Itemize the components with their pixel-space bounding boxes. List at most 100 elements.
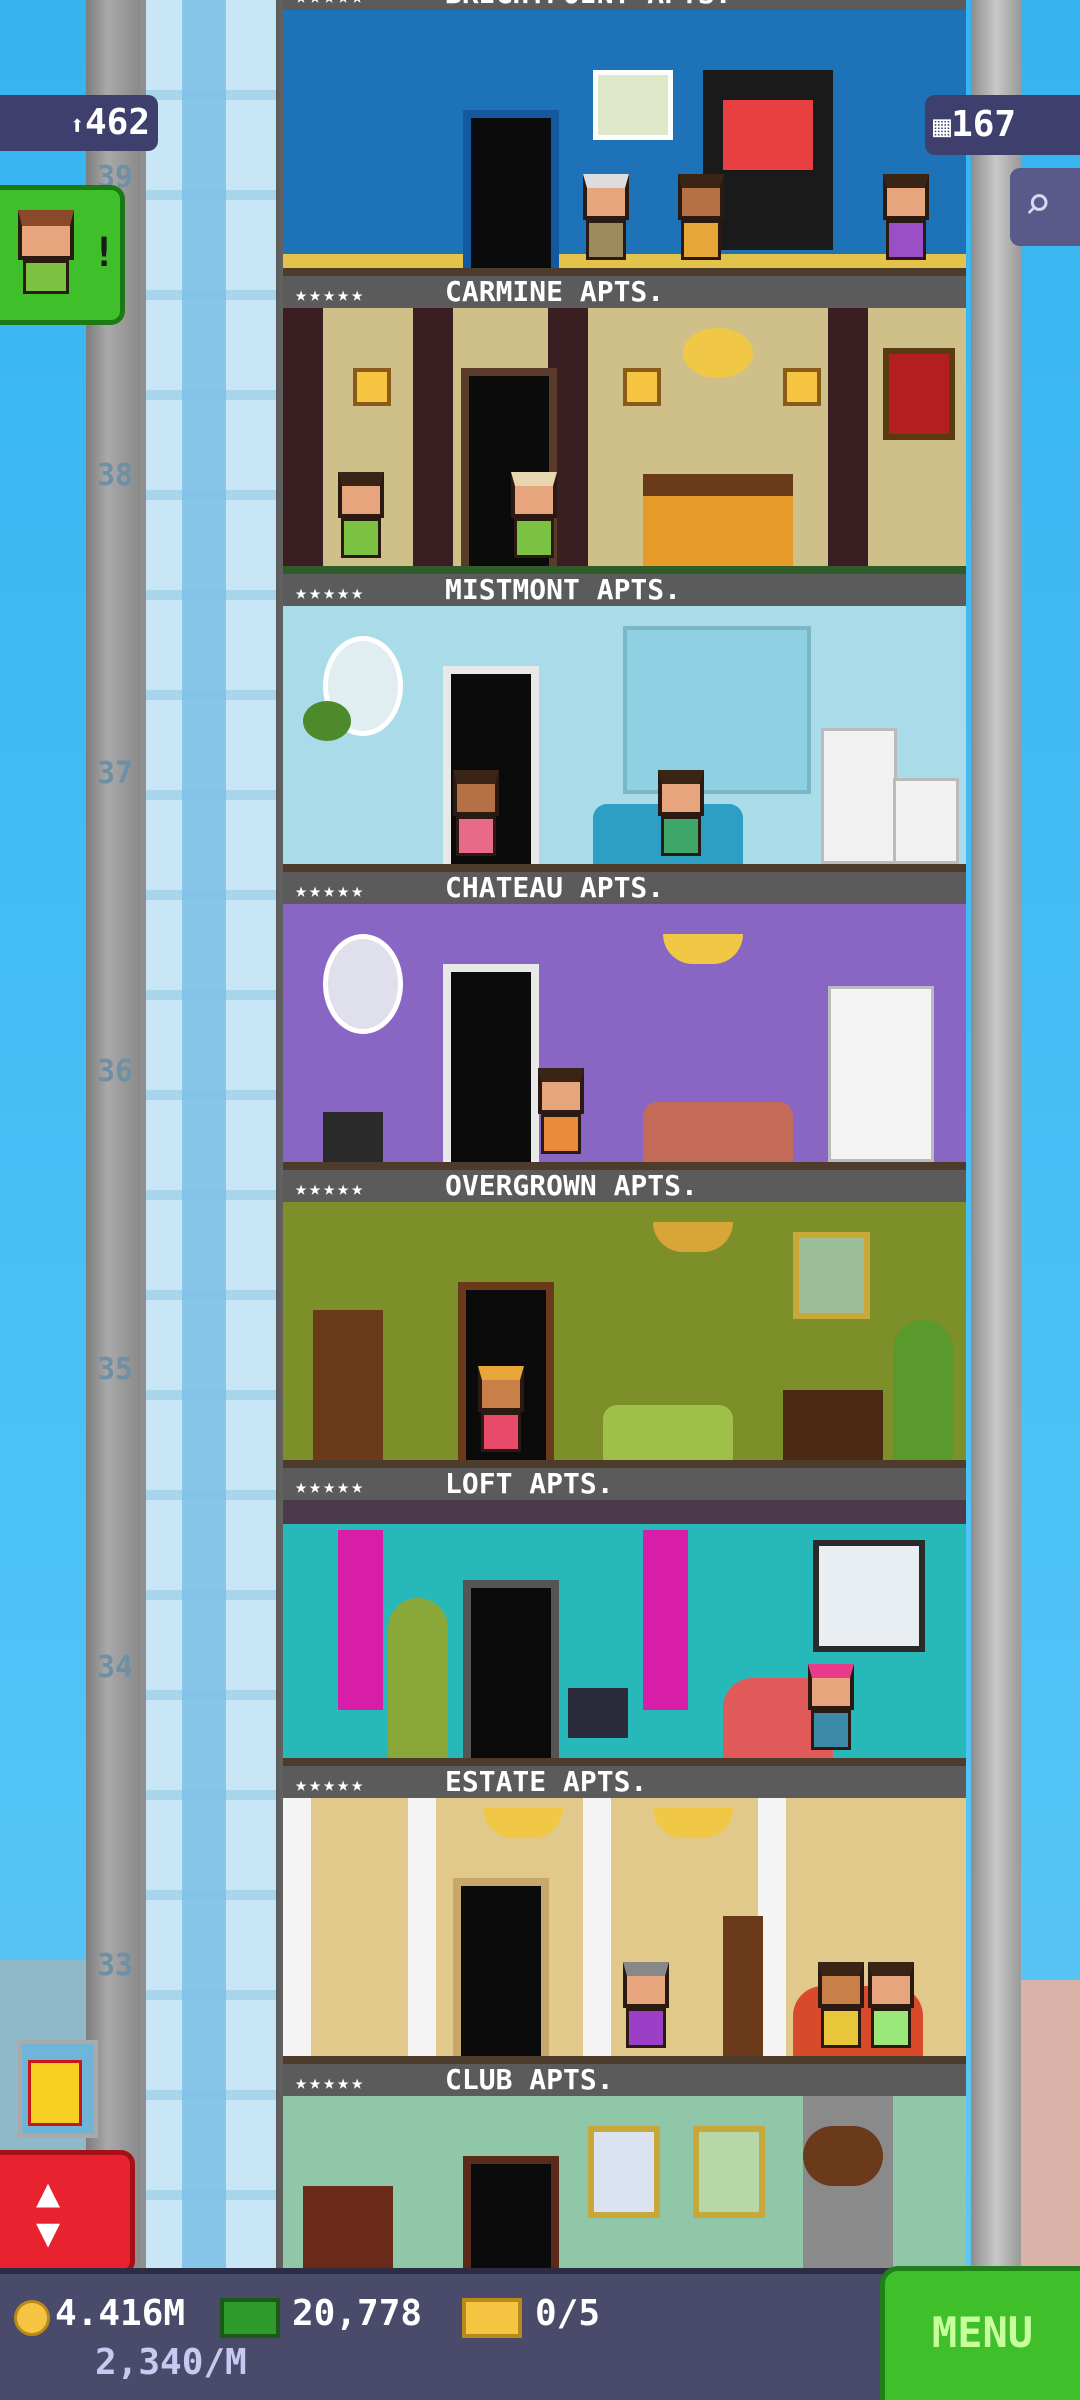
- bed: [643, 474, 793, 566]
- ticket-icon[interactable]: [462, 2298, 522, 2338]
- hanging-plant: [303, 701, 351, 741]
- search-button[interactable]: ⌕: [1010, 168, 1080, 246]
- wall-sconce: [623, 368, 661, 406]
- sofa: [603, 1405, 733, 1460]
- column: [283, 1798, 311, 2056]
- potted-plant: [388, 1598, 448, 1758]
- coins-value: 4.416M: [55, 2293, 186, 2334]
- arcade-screen: [723, 100, 813, 170]
- floor-label: ★★★★★ LOFT APTS.: [283, 1468, 966, 1500]
- person-icon: ⬆: [69, 111, 85, 141]
- stove: [893, 778, 959, 864]
- resident[interactable]: [538, 1068, 584, 1158]
- side-table: [323, 1112, 383, 1162]
- curtain: [643, 1530, 688, 1710]
- floors-badge[interactable]: ▦167: [925, 95, 1080, 155]
- floor-37-mistmont[interactable]: ★★★★★ MISTMONT APTS.: [283, 574, 966, 872]
- resident[interactable]: [808, 1664, 854, 1754]
- stars-rating: ★★★★★: [295, 2070, 366, 2094]
- floors-count: 167: [951, 104, 1017, 145]
- floor-label: ★★★★★ OVERGROWN APTS.: [283, 1170, 966, 1202]
- apartment-door[interactable]: [463, 110, 559, 268]
- coin-icon: [14, 2300, 50, 2336]
- bookshelf: [303, 2186, 393, 2268]
- resident[interactable]: [658, 770, 704, 860]
- resident[interactable]: [868, 1962, 914, 2052]
- tower-left-pillar: [86, 0, 140, 2280]
- apartment-door[interactable]: [463, 2156, 559, 2276]
- floor-38-carmine[interactable]: ★★★★★ CARMINE APTS.: [283, 276, 966, 574]
- floor-label: ★★★★★BRIGHTPOINT APTS.: [283, 0, 966, 10]
- resident[interactable]: [511, 472, 557, 562]
- floor-33-estate[interactable]: ★★★★★ ESTATE APTS.: [283, 1766, 966, 2064]
- ceiling-beam: [283, 1500, 966, 1524]
- resident[interactable]: [818, 1962, 864, 2052]
- chandelier: [683, 328, 753, 378]
- stars-rating: ★★★★★: [295, 1474, 366, 1498]
- stars-rating: ★★★★★: [295, 878, 366, 902]
- resident[interactable]: [453, 770, 499, 860]
- search-icon: ⌕: [1024, 176, 1052, 230]
- resident[interactable]: [623, 1962, 669, 2052]
- elevator-cable-strip: [182, 0, 226, 2280]
- floor-number-35: 35: [96, 1352, 134, 1387]
- potted-plant: [893, 1320, 953, 1460]
- wall-sconce: [783, 368, 821, 406]
- fridge: [821, 728, 897, 864]
- portrait: [693, 2126, 765, 2218]
- apartment-door[interactable]: [443, 964, 539, 1162]
- apartment-door[interactable]: [453, 1878, 549, 2056]
- floor-base: [283, 1460, 966, 1468]
- elevator-passenger-fries: [28, 2060, 82, 2126]
- floor-34-loft[interactable]: ★★★★★ LOFT APTS.: [283, 1468, 966, 1766]
- wall-column: [413, 308, 453, 566]
- moose-head: [803, 2126, 883, 2186]
- column: [583, 1798, 611, 2056]
- floor-label: ★★★★★ MISTMONT APTS.: [283, 574, 966, 606]
- bookshelf: [313, 1310, 383, 1460]
- elevator-arrows-icon: ▲ ▼: [36, 2170, 61, 2256]
- window: [813, 1540, 925, 1652]
- floor-label: ★★★★★ CARMINE APTS.: [283, 276, 966, 308]
- alert-icon: !: [92, 230, 117, 276]
- visitor-notification-button[interactable]: !: [0, 185, 125, 325]
- wall-sconce: [353, 368, 391, 406]
- chandelier: [653, 1222, 733, 1252]
- floor-number-37: 37: [96, 756, 134, 791]
- bux-icon[interactable]: [220, 2298, 280, 2338]
- floor-36-chateau[interactable]: ★★★★★ CHATEAU APTS.: [283, 872, 966, 1170]
- population-badge[interactable]: ⬆462: [0, 95, 158, 151]
- elevator-button[interactable]: ▲ ▼: [0, 2150, 135, 2275]
- painting: [593, 70, 673, 140]
- floor-number-33: 33: [96, 1948, 134, 1983]
- chandelier: [483, 1808, 563, 1838]
- resident[interactable]: [883, 174, 929, 264]
- bux-value: 20,778: [292, 2293, 423, 2334]
- floor-35-overgrown[interactable]: ★★★★★ OVERGROWN APTS.: [283, 1170, 966, 1468]
- stars-rating: ★★★★★: [295, 580, 366, 604]
- resident[interactable]: [478, 1366, 524, 1456]
- resident[interactable]: [678, 174, 724, 264]
- room-interior: [283, 1202, 966, 1460]
- room-interior: [283, 904, 966, 1162]
- sofa: [643, 1102, 793, 1162]
- mirror: [323, 934, 403, 1034]
- resident[interactable]: [338, 472, 384, 562]
- tickets-value: 0/5: [535, 2293, 601, 2334]
- resident[interactable]: [583, 174, 629, 264]
- floor-number-36: 36: [96, 1054, 134, 1089]
- portrait: [588, 2126, 660, 2218]
- column: [408, 1798, 436, 2056]
- apartment-door[interactable]: [463, 1580, 559, 1758]
- floor-number-34: 34: [96, 1650, 134, 1685]
- bookshelf: [723, 1916, 763, 2056]
- floor-39-brightpoint[interactable]: ★★★★★BRIGHTPOINT APTS.: [283, 0, 966, 276]
- population-count: 462: [84, 102, 150, 143]
- floor-label: ★★★★★ ESTATE APTS.: [283, 1766, 966, 1798]
- floor-base: [283, 2056, 966, 2064]
- stars-rating: ★★★★★: [295, 1772, 366, 1796]
- stars-rating: ★★★★★: [295, 1176, 366, 1200]
- menu-button[interactable]: MENU: [880, 2266, 1080, 2400]
- chandelier: [653, 1808, 733, 1838]
- room-interior: [283, 1798, 966, 2056]
